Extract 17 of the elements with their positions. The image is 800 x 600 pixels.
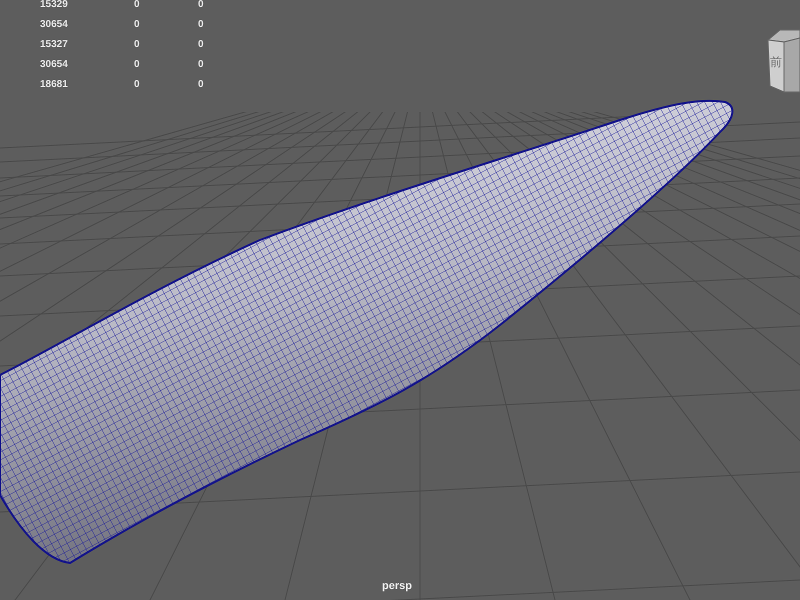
stat-value: 30654 xyxy=(40,20,68,30)
camera-label: persp xyxy=(382,580,412,592)
stat-value: 0 xyxy=(198,0,204,10)
stat-value: 18681 xyxy=(40,80,68,90)
stat-value: 15327 xyxy=(40,40,68,50)
stat-value: 0 xyxy=(198,60,204,70)
stat-value: 0 xyxy=(134,60,140,70)
stat-value: 0 xyxy=(134,40,140,50)
stat-value: 0 xyxy=(134,80,140,90)
stat-value: 30654 xyxy=(40,60,68,70)
stat-value: 0 xyxy=(198,20,204,30)
view-cube-label: 前 xyxy=(770,55,783,69)
stat-value: 0 xyxy=(198,80,204,90)
stat-value: 0 xyxy=(198,40,204,50)
stat-value: 0 xyxy=(134,0,140,10)
stat-value: 15329 xyxy=(40,0,68,10)
stat-value: 0 xyxy=(134,20,140,30)
